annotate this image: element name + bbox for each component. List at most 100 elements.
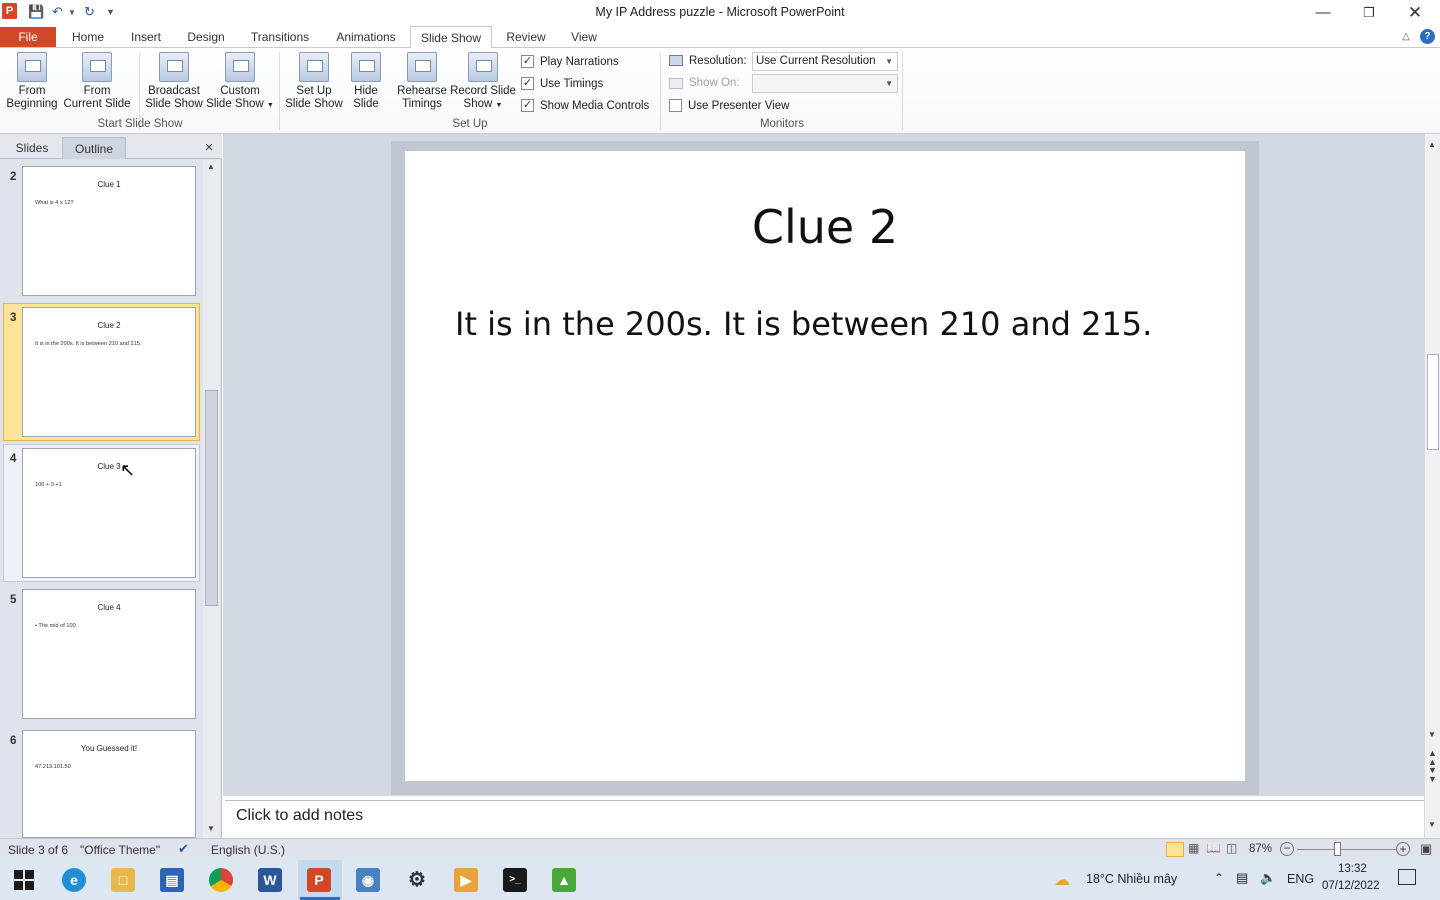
- resolution-dropdown[interactable]: Use Current Resolution ▼: [752, 52, 898, 71]
- zoom-in-icon[interactable]: +: [1396, 842, 1410, 856]
- thumb-body: 100 + 0 +1: [35, 482, 62, 488]
- terminal-icon[interactable]: >_: [503, 868, 527, 892]
- minimize-button[interactable]: —: [1300, 0, 1346, 26]
- restore-button[interactable]: ❐: [1346, 0, 1392, 26]
- scroll-down-icon[interactable]: ▼: [1428, 730, 1436, 739]
- zoom-slider[interactable]: [1297, 849, 1397, 850]
- slides-pane-scrollbar[interactable]: ▲ ▼: [203, 160, 220, 838]
- notes-pane[interactable]: [225, 800, 1424, 836]
- normal-view-icon[interactable]: [1166, 842, 1184, 857]
- slide-show-view-icon[interactable]: ◫: [1226, 841, 1237, 855]
- tab-slides[interactable]: Slides: [6, 137, 58, 159]
- zoom-out-icon[interactable]: −: [1280, 842, 1294, 856]
- tab-file[interactable]: File: [0, 27, 56, 47]
- checkmark-icon: ✓: [521, 77, 534, 90]
- editor-scrollbar[interactable]: ▲ ▼ ▲ ▲ ▼ ▼ ▼: [1424, 134, 1440, 838]
- media-player-icon[interactable]: ▶: [454, 868, 478, 892]
- fit-to-window-icon[interactable]: ▣: [1420, 841, 1432, 857]
- use-timings-checkbox[interactable]: ✓ Use Timings: [521, 77, 603, 91]
- network-icon[interactable]: ▤: [1236, 870, 1248, 886]
- thumb-body: • The mid of 100: [35, 623, 76, 629]
- thumb-title: Clue 2: [97, 321, 121, 330]
- tab-transitions[interactable]: Transitions: [244, 26, 316, 48]
- separator: [902, 52, 903, 130]
- scrollbar-thumb[interactable]: [1427, 354, 1439, 450]
- notifications-icon[interactable]: [1398, 869, 1416, 885]
- show-hidden-icons-icon[interactable]: ⌃: [1214, 871, 1224, 885]
- notes-placeholder[interactable]: Click to add notes: [236, 807, 363, 825]
- word-icon[interactable]: W: [258, 868, 282, 892]
- slide-counter: Slide 3 of 6: [8, 843, 69, 857]
- checkmark-icon: ✓: [521, 99, 534, 112]
- slide-title[interactable]: Clue 2: [405, 200, 1245, 254]
- input-language[interactable]: ENG: [1287, 872, 1314, 886]
- slide-thumbnail[interactable]: Clue 3 100 + 0 +1: [22, 448, 196, 578]
- zoom-level[interactable]: 87%: [1249, 843, 1272, 855]
- close-pane-icon[interactable]: ×: [200, 137, 218, 159]
- close-button[interactable]: ✕: [1392, 0, 1438, 26]
- volume-icon[interactable]: 🔈: [1260, 870, 1276, 886]
- scroll-up-icon[interactable]: ▲: [1428, 140, 1436, 149]
- spellcheck-icon[interactable]: ✔: [178, 841, 189, 857]
- show-media-controls-checkbox[interactable]: ✓ Show Media Controls: [521, 99, 649, 113]
- clock-time[interactable]: 13:32: [1338, 863, 1367, 875]
- scroll-down-icon[interactable]: ▼: [1428, 820, 1436, 829]
- thumb-title: Clue 3: [97, 462, 121, 471]
- show-on-dropdown[interactable]: ▼: [752, 74, 898, 93]
- slide-thumbnail[interactable]: You Guessed it! 47.213.101.50: [22, 730, 196, 838]
- chrome-icon[interactable]: [209, 868, 233, 892]
- slide-body-text[interactable]: It is in the 200s. It is between 210 and…: [455, 305, 1152, 343]
- slide-thumbnail-selected[interactable]: Clue 2 It is in the 200s. It is between 2…: [22, 307, 196, 437]
- powerpoint-icon[interactable]: P: [307, 868, 331, 892]
- weather-text[interactable]: 18°C Nhiều mây: [1086, 872, 1177, 886]
- custom-slide-show-button[interactable]: Custom Slide Show ▼: [206, 52, 274, 112]
- tab-outline[interactable]: Outline: [62, 137, 126, 159]
- help-icon[interactable]: ?: [1420, 29, 1435, 44]
- thumb-title: You Guessed it!: [80, 744, 138, 753]
- zoom-slider-thumb[interactable]: [1334, 842, 1341, 856]
- slide-sorter-icon[interactable]: ▦: [1188, 841, 1199, 855]
- minimize-ribbon-icon[interactable]: △: [1398, 26, 1414, 48]
- use-presenter-view-checkbox[interactable]: Use Presenter View: [669, 99, 789, 113]
- language-indicator[interactable]: English (U.S.): [211, 843, 285, 857]
- tab-review[interactable]: Review: [500, 26, 552, 48]
- weather-icon[interactable]: ☁: [1054, 870, 1070, 890]
- games-icon[interactable]: ▲: [552, 868, 576, 892]
- from-current-slide-button[interactable]: From Current Slide: [62, 52, 132, 111]
- tab-animations[interactable]: Animations: [328, 26, 404, 48]
- file-explorer-icon[interactable]: □: [111, 868, 135, 892]
- camera-app-icon[interactable]: ◉: [356, 868, 380, 892]
- theme-name[interactable]: "Office Theme": [80, 843, 160, 857]
- group-label-set-up: Set Up: [452, 118, 488, 130]
- reading-view-icon[interactable]: 📖: [1206, 841, 1221, 855]
- rehearse-timings-button[interactable]: Rehearse Timings: [396, 52, 448, 111]
- monitor-icon: [669, 78, 683, 89]
- tab-design[interactable]: Design: [180, 26, 232, 48]
- tab-insert[interactable]: Insert: [122, 26, 170, 48]
- tab-view[interactable]: View: [562, 26, 606, 48]
- from-beginning-button[interactable]: From Beginning: [4, 52, 60, 111]
- tab-home[interactable]: Home: [64, 26, 112, 48]
- thumb-body: It is in the 200s. It is between 210 and…: [35, 341, 142, 347]
- scroll-down-icon[interactable]: ▼: [207, 824, 215, 833]
- next-slide-icon[interactable]: ▼ ▼: [1428, 766, 1437, 784]
- windows-start-icon[interactable]: [14, 870, 34, 890]
- clock-date[interactable]: 07/12/2022: [1322, 880, 1380, 892]
- rehearse-timer-icon: [407, 52, 437, 82]
- group-label-monitors: Monitors: [759, 118, 805, 130]
- resolution-label: Resolution:: [689, 55, 747, 67]
- hide-slide-button[interactable]: Hide Slide: [346, 52, 386, 111]
- tab-slide-show[interactable]: Slide Show: [410, 26, 492, 49]
- store-icon[interactable]: ▤: [160, 868, 184, 892]
- settings-gear-icon[interactable]: ⚙: [405, 868, 429, 892]
- set-up-slide-show-button[interactable]: Set Up Slide Show: [284, 52, 344, 111]
- scroll-up-icon[interactable]: ▲: [207, 162, 215, 171]
- slide-thumbnail[interactable]: Clue 1 What is 4 x 12?: [22, 166, 196, 296]
- setup-icon: [299, 52, 329, 82]
- record-slide-show-button[interactable]: Record Slide Show ▼: [450, 52, 516, 112]
- slide-thumbnail[interactable]: Clue 4 • The mid of 100: [22, 589, 196, 719]
- play-narrations-checkbox[interactable]: ✓ Play Narrations: [521, 55, 619, 69]
- edge-icon[interactable]: e: [62, 868, 86, 892]
- broadcast-slide-show-button[interactable]: Broadcast Slide Show: [143, 52, 205, 111]
- scrollbar-thumb[interactable]: [205, 390, 218, 606]
